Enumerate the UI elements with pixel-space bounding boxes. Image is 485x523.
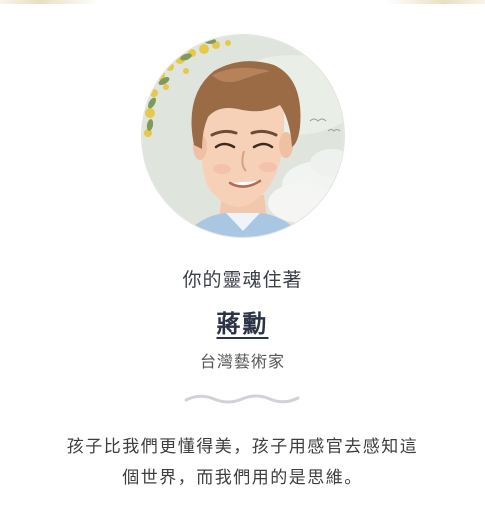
portrait-illustration-icon [142,35,344,237]
wave-divider-icon [184,394,300,404]
top-decoration-right [385,0,485,4]
quote-line-2: 個世界，而我們用的是思維。 [122,468,363,488]
profile-name[interactable]: 蔣勳 [217,310,269,338]
profile-role: 台灣藝術家 [199,352,285,371]
profile-subtitle: 你的靈魂住著 [182,269,303,291]
quote-block: 孩子比我們更懂得美，孩子用感官去感知這 個世界，而我們用的是思維。 [40,432,445,494]
top-decoration-left [0,0,100,4]
avatar [141,34,345,238]
quote-line-1: 孩子比我們更懂得美，孩子用感官去感知這 [66,437,419,457]
profile-name-link[interactable]: 蔣勳 [0,304,485,339]
